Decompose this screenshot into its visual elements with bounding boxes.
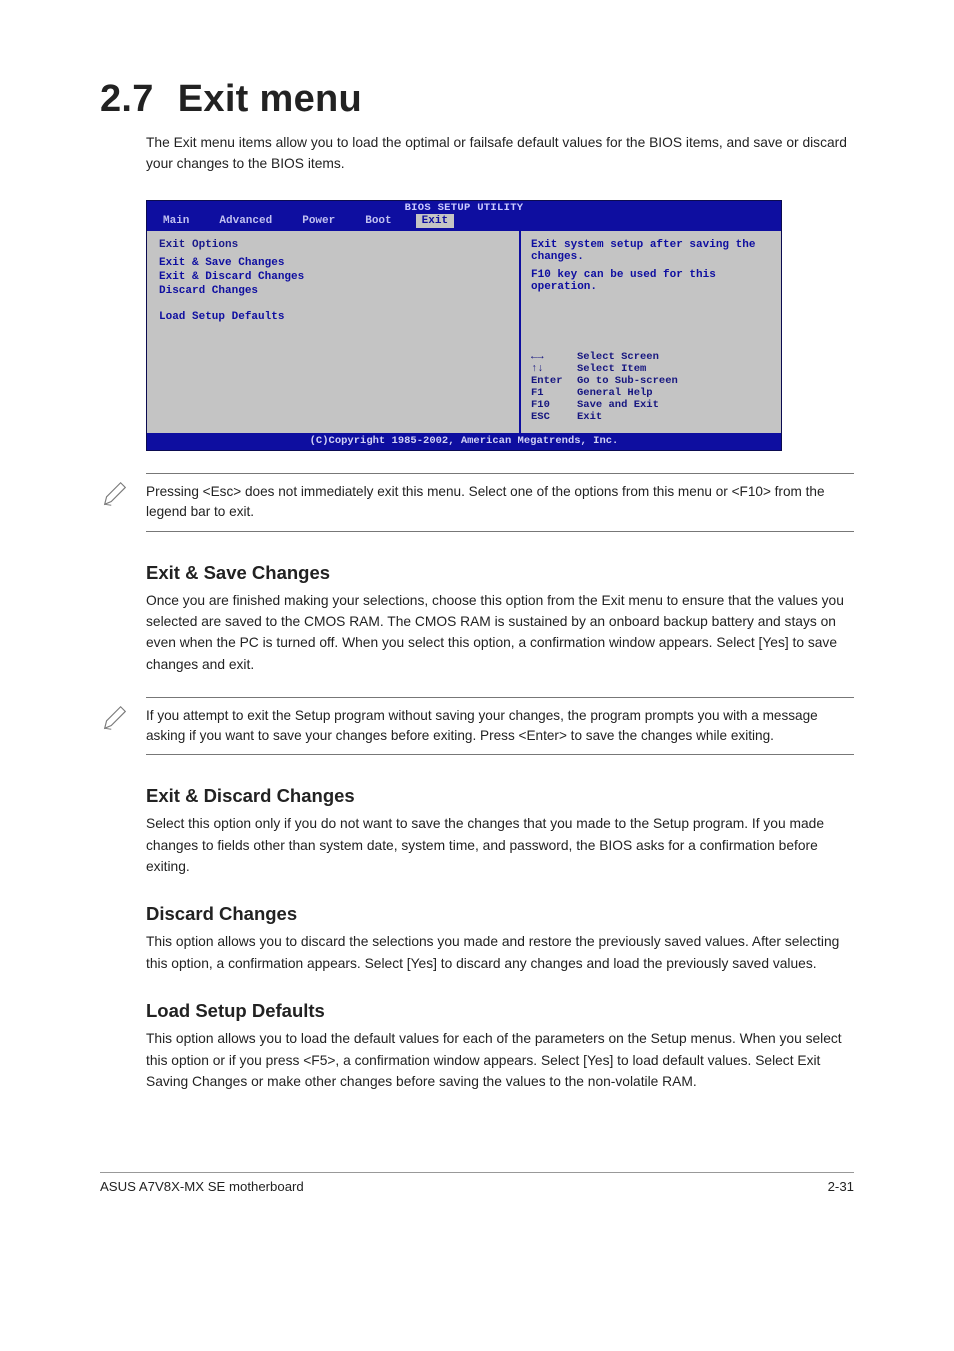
key-f1-label: General Help: [577, 387, 653, 399]
footer-left: ASUS A7V8X-MX SE motherboard: [100, 1179, 304, 1194]
bios-item-load-defaults[interactable]: Load Setup Defaults: [159, 311, 507, 323]
key-lr: ←→: [531, 351, 577, 363]
key-enter-label: Go to Sub-screen: [577, 375, 678, 387]
key-ud-label: Select Item: [577, 363, 646, 375]
body-load-defaults: This option allows you to load the defau…: [146, 1028, 854, 1092]
page-footer: ASUS A7V8X-MX SE motherboard 2-31: [100, 1172, 854, 1194]
subheading-exit-discard: Exit & Discard Changes: [146, 785, 854, 807]
key-esc-label: Exit: [577, 411, 602, 423]
note-1: Pressing <Esc> does not immediately exit…: [100, 473, 854, 531]
page-heading: 2.7 Exit menu: [100, 78, 854, 121]
key-enter: Enter: [531, 375, 577, 387]
bios-screenshot: BIOS SETUP UTILITY Main Advanced Power B…: [146, 200, 782, 451]
bios-title: BIOS SETUP UTILITY: [147, 201, 781, 214]
subheading-exit-save: Exit & Save Changes: [146, 562, 854, 584]
tab-advanced[interactable]: Advanced: [213, 214, 278, 228]
bios-hint-2: F10 key can be used for this operation.: [531, 269, 771, 293]
note-1-body: Pressing <Esc> does not immediately exit…: [146, 473, 854, 531]
heading-number: 2.7: [100, 78, 154, 121]
note-2-text: If you attempt to exit the Setup program…: [146, 708, 818, 743]
subheading-load-defaults: Load Setup Defaults: [146, 1000, 854, 1022]
bios-item-save-exit[interactable]: Exit & Save Changes: [159, 257, 507, 269]
note-2: If you attempt to exit the Setup program…: [100, 697, 854, 755]
bios-item-discard[interactable]: Discard Changes: [159, 285, 507, 297]
body-exit-save: Once you are finished making your select…: [146, 590, 854, 676]
bios-footer: (C)Copyright 1985-2002, American Megatre…: [147, 433, 781, 450]
heading-title: Exit menu: [178, 78, 362, 121]
bios-body: Exit Options Exit & Save Changes Exit & …: [147, 231, 781, 433]
key-lr-label: Select Screen: [577, 351, 659, 363]
tab-main[interactable]: Main: [157, 214, 195, 228]
intro-paragraph: The Exit menu items allow you to load th…: [100, 133, 854, 174]
note-2-body: If you attempt to exit the Setup program…: [146, 697, 854, 755]
bios-key-legend: ←→Select Screen ↑↓Select Item EnterGo to…: [531, 351, 771, 423]
bios-left-title: Exit Options: [159, 239, 507, 251]
tab-exit[interactable]: Exit: [416, 214, 454, 228]
body-discard: This option allows you to discard the se…: [146, 931, 854, 974]
bios-item-blank: [159, 299, 507, 309]
bios-item-discard-exit[interactable]: Exit & Discard Changes: [159, 271, 507, 283]
bios-tab-bar: Main Advanced Power Boot Exit: [147, 214, 781, 231]
bios-hint-1: Exit system setup after saving the chang…: [531, 239, 771, 263]
note-1-text: Pressing <Esc> does not immediately exit…: [146, 484, 825, 519]
pencil-note-icon: [100, 473, 146, 531]
bios-left-pane: Exit Options Exit & Save Changes Exit & …: [147, 231, 521, 433]
subheading-discard: Discard Changes: [146, 903, 854, 925]
key-f10: F10: [531, 399, 577, 411]
tab-boot[interactable]: Boot: [359, 214, 397, 228]
key-ud: ↑↓: [531, 363, 577, 375]
bios-right-pane: Exit system setup after saving the chang…: [521, 231, 781, 433]
key-f10-label: Save and Exit: [577, 399, 659, 411]
body-exit-discard: Select this option only if you do not wa…: [146, 813, 854, 877]
footer-right: 2-31: [828, 1179, 854, 1194]
key-esc: ESC: [531, 411, 577, 423]
tab-power[interactable]: Power: [296, 214, 341, 228]
pencil-note-icon: [100, 697, 146, 755]
key-f1: F1: [531, 387, 577, 399]
